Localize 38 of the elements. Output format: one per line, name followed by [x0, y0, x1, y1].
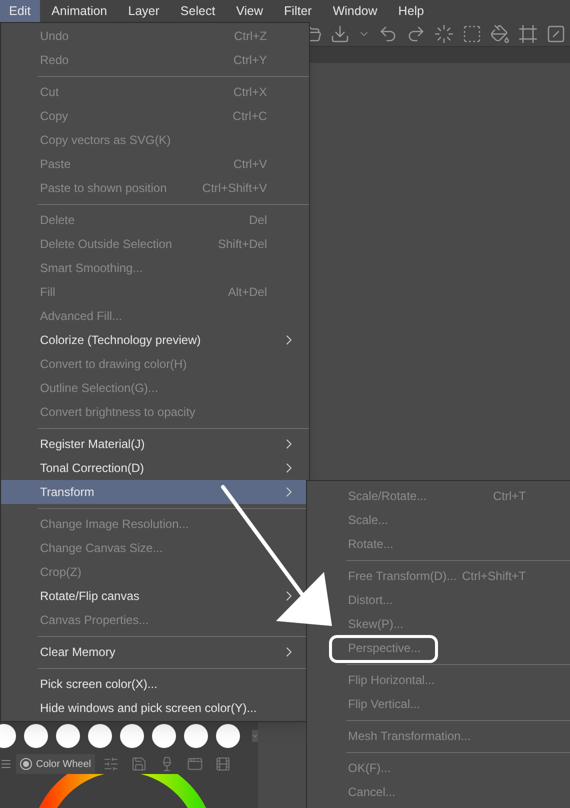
brush-size-icon[interactable] — [120, 724, 144, 748]
brush-size-icon[interactable] — [88, 724, 112, 748]
menu-bar-item[interactable]: Filter — [275, 0, 321, 22]
menu-item[interactable]: Colorize (Technology preview) — [1, 328, 309, 352]
dashed-circle-icon[interactable] — [434, 24, 454, 44]
menu-item[interactable]: Hide windows and pick screen color(Y)... — [1, 696, 309, 720]
frame-icon[interactable] — [518, 24, 538, 44]
redo-icon[interactable] — [406, 24, 426, 44]
brush-size-icon[interactable] — [184, 724, 208, 748]
menu-bar-item[interactable]: View — [227, 0, 272, 22]
menu-item[interactable]: Transform — [1, 480, 309, 504]
menu-item[interactable]: Clear Memory — [1, 640, 309, 664]
color-wheel-tab[interactable]: Color Wheel — [16, 754, 96, 774]
window-icon[interactable] — [187, 756, 204, 772]
menu-bar-item[interactable]: Window — [324, 0, 386, 22]
menu-bar-item[interactable]: Help — [389, 0, 434, 22]
dashed-square-icon[interactable] — [462, 24, 482, 44]
sliders-icon[interactable] — [103, 756, 120, 772]
brush-size-icon[interactable] — [216, 724, 240, 748]
menu-item[interactable]: Pick screen color(X)... — [1, 672, 309, 696]
menu-bar-item[interactable]: Animation — [42, 0, 116, 22]
menu-bar-item[interactable]: Select — [171, 0, 224, 22]
menu-item[interactable]: Tonal Correction(D) — [1, 456, 309, 480]
download-icon[interactable] — [330, 24, 350, 44]
brush-size-icon[interactable] — [24, 724, 48, 748]
menu-icon[interactable] — [0, 758, 12, 770]
menu-bar-item[interactable]: Edit — [0, 0, 40, 22]
brush-size-icon[interactable] — [56, 724, 80, 748]
undo-icon[interactable] — [378, 24, 398, 44]
slashed-square-icon[interactable] — [546, 24, 566, 44]
menu-bar-item[interactable]: Layer — [119, 0, 168, 22]
brush-size-icon[interactable] — [152, 724, 176, 748]
paint-bucket-icon[interactable] — [490, 24, 510, 44]
film-icon[interactable] — [215, 756, 232, 772]
floppy-icon[interactable] — [131, 756, 148, 772]
menu-item[interactable]: Register Material(J) — [1, 432, 309, 456]
dropdown-caret-icon[interactable] — [252, 730, 258, 742]
radio-icon — [20, 758, 32, 770]
